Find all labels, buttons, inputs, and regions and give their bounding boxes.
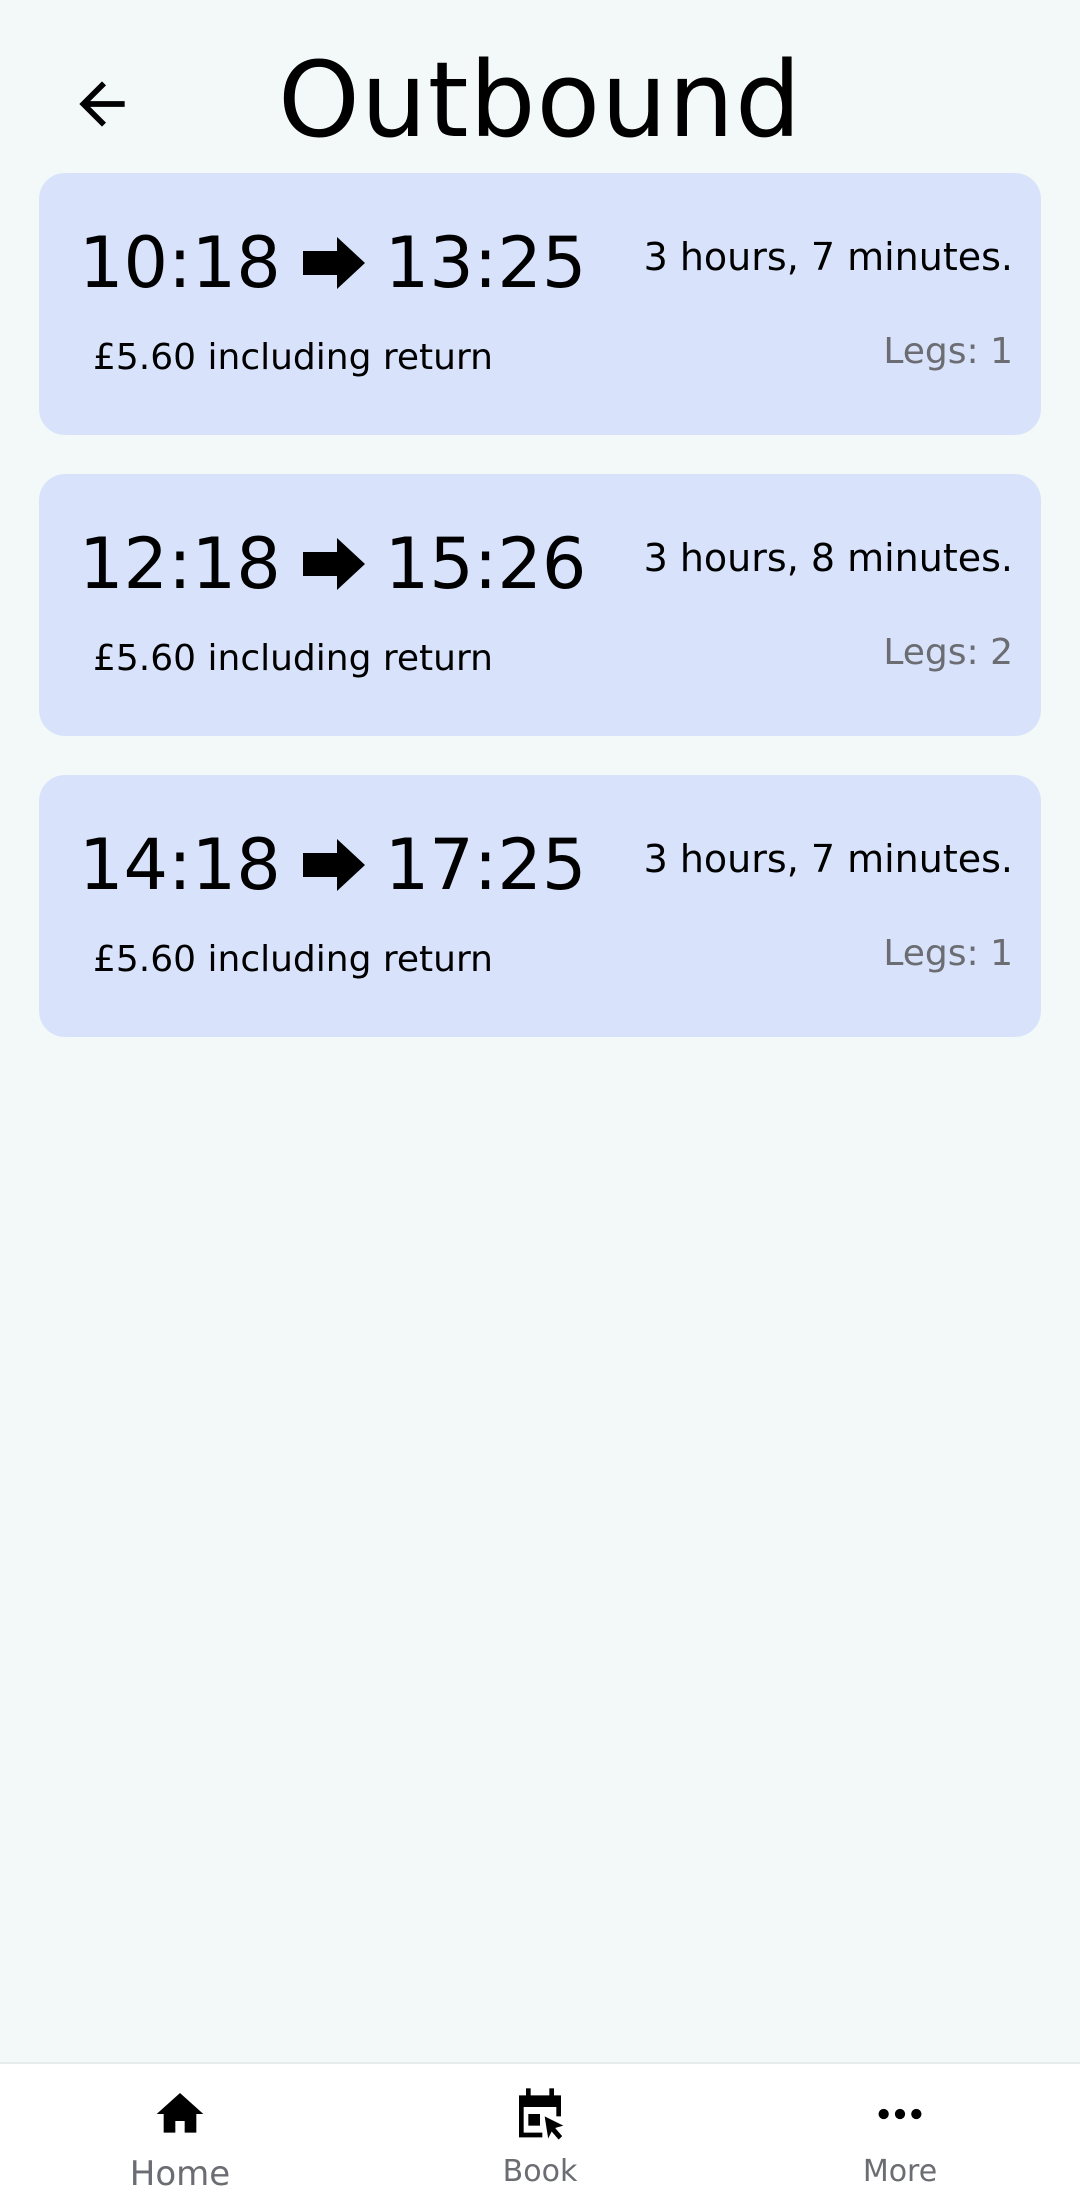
journey-legs: Legs: 2	[883, 632, 1013, 673]
arrive-time: 13:25	[384, 222, 587, 304]
journey-legs: Legs: 1	[883, 331, 1013, 372]
more-horizontal-icon	[878, 2108, 922, 2120]
nav-book[interactable]: Book	[360, 2064, 720, 2210]
calendar-click-icon	[519, 2088, 564, 2140]
journey-card[interactable]: 12:18 15:26 3 hours, 8 minutes. £5.60 in…	[39, 474, 1041, 736]
journey-duration: 3 hours, 8 minutes.	[643, 536, 1013, 580]
journey-price: £5.60 including return	[93, 337, 493, 378]
arrow-right-icon	[302, 835, 367, 895]
nav-home-label: Home	[129, 2154, 231, 2194]
arrow-right-icon	[302, 233, 367, 293]
depart-time: 10:18	[79, 222, 281, 304]
page-title: Outbound	[277, 39, 803, 161]
home-icon	[156, 2093, 204, 2133]
journey-price: £5.60 including return	[93, 638, 493, 679]
journey-list: 10:18 13:25 3 hours, 7 minutes. £5.60 in…	[39, 173, 1041, 1076]
journey-times: 14:18 17:25	[79, 823, 586, 907]
journey-duration: 3 hours, 7 minutes.	[643, 837, 1013, 881]
journey-price: £5.60 including return	[93, 939, 493, 980]
journey-duration: 3 hours, 7 minutes.	[643, 235, 1013, 279]
arrow-right-icon	[302, 534, 367, 594]
bottom-navigation: Home Book More	[0, 2062, 1080, 2210]
arrive-time: 17:25	[384, 824, 587, 906]
journey-times: 12:18 15:26	[79, 522, 586, 606]
nav-more[interactable]: More	[720, 2064, 1080, 2210]
nav-book-label: Book	[502, 2154, 578, 2189]
journey-card[interactable]: 10:18 13:25 3 hours, 7 minutes. £5.60 in…	[39, 173, 1041, 435]
journey-times: 10:18 13:25	[79, 221, 586, 305]
nav-more-label: More	[862, 2154, 938, 2189]
app-header: Outbound	[0, 0, 1080, 170]
depart-time: 14:18	[79, 824, 281, 906]
arrive-time: 15:26	[384, 523, 587, 605]
journey-legs: Legs: 1	[883, 933, 1013, 974]
nav-home[interactable]: Home	[0, 2064, 360, 2210]
journey-card[interactable]: 14:18 17:25 3 hours, 7 minutes. £5.60 in…	[39, 775, 1041, 1037]
depart-time: 12:18	[79, 523, 281, 605]
